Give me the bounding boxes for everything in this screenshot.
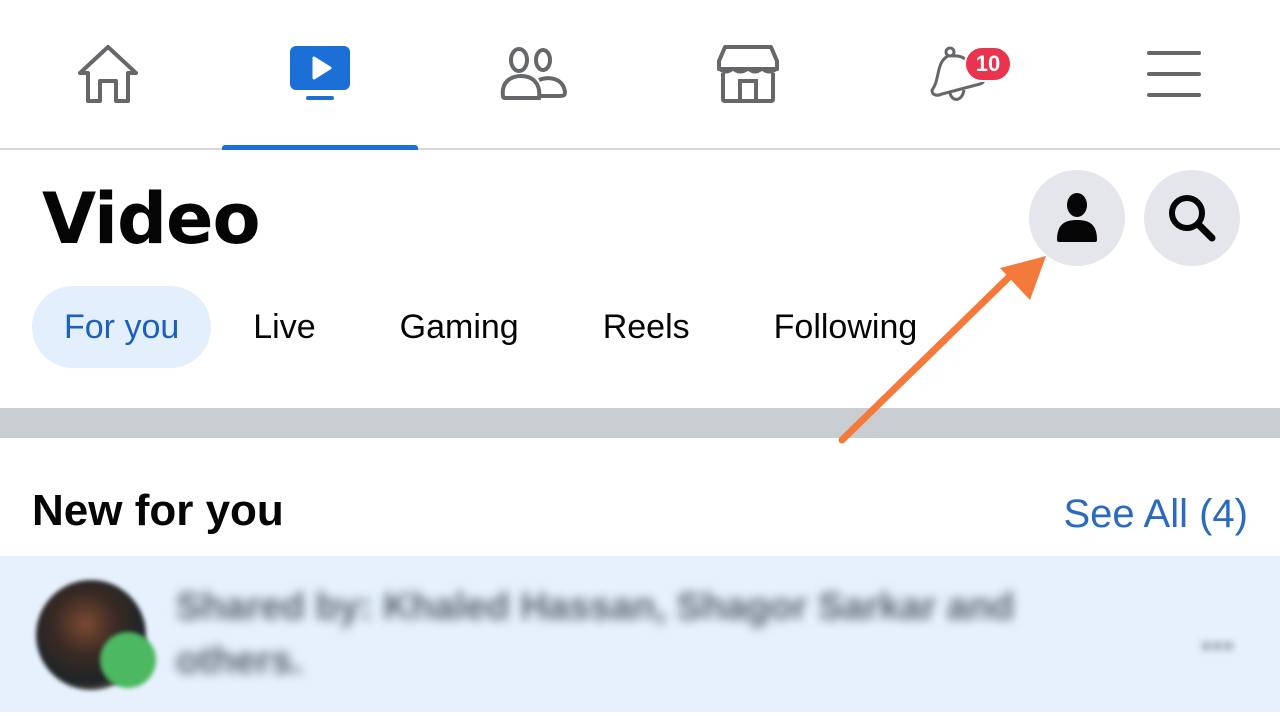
- tab-gaming[interactable]: Gaming: [368, 286, 551, 368]
- page-title: Video: [42, 178, 261, 260]
- profile-button[interactable]: [1029, 170, 1125, 266]
- notification-text: Shared by: Khaled Hassan, Shagor Sarkar …: [176, 586, 1015, 682]
- tab-reels[interactable]: Reels: [571, 286, 722, 368]
- nav-video[interactable]: [222, 0, 418, 150]
- share-badge-icon: [100, 632, 156, 688]
- nav-menu[interactable]: [1076, 0, 1272, 148]
- see-all-link[interactable]: See All (4): [1063, 492, 1248, 537]
- video-tv-icon: [290, 46, 350, 100]
- search-button[interactable]: [1144, 170, 1240, 266]
- more-options-icon[interactable]: ...: [1201, 614, 1234, 659]
- nav-marketplace[interactable]: [650, 0, 846, 148]
- annotation-arrow-head: [1000, 256, 1046, 300]
- notification-item[interactable]: Shared by: Khaled Hassan, Shagor Sarkar …: [0, 556, 1280, 712]
- top-navigation-bar: 10: [0, 0, 1280, 150]
- section-title: New for you: [32, 486, 284, 535]
- section-divider: [0, 408, 1280, 438]
- tab-live[interactable]: Live: [221, 286, 347, 368]
- nav-friends[interactable]: [436, 0, 632, 148]
- hamburger-menu-icon: [1147, 51, 1201, 97]
- notification-badge: 10: [964, 46, 1012, 82]
- tab-for-you[interactable]: For you: [32, 286, 212, 368]
- friends-icon: [500, 47, 568, 100]
- tab-following[interactable]: Following: [742, 286, 950, 368]
- person-icon: [1057, 193, 1097, 242]
- storefront-icon: [717, 45, 779, 103]
- nav-notifications[interactable]: [862, 0, 1058, 148]
- search-icon: [1169, 195, 1216, 242]
- video-tabs: For you Live Gaming Reels Following: [32, 286, 969, 368]
- home-icon: [78, 45, 138, 103]
- nav-home[interactable]: [10, 0, 206, 148]
